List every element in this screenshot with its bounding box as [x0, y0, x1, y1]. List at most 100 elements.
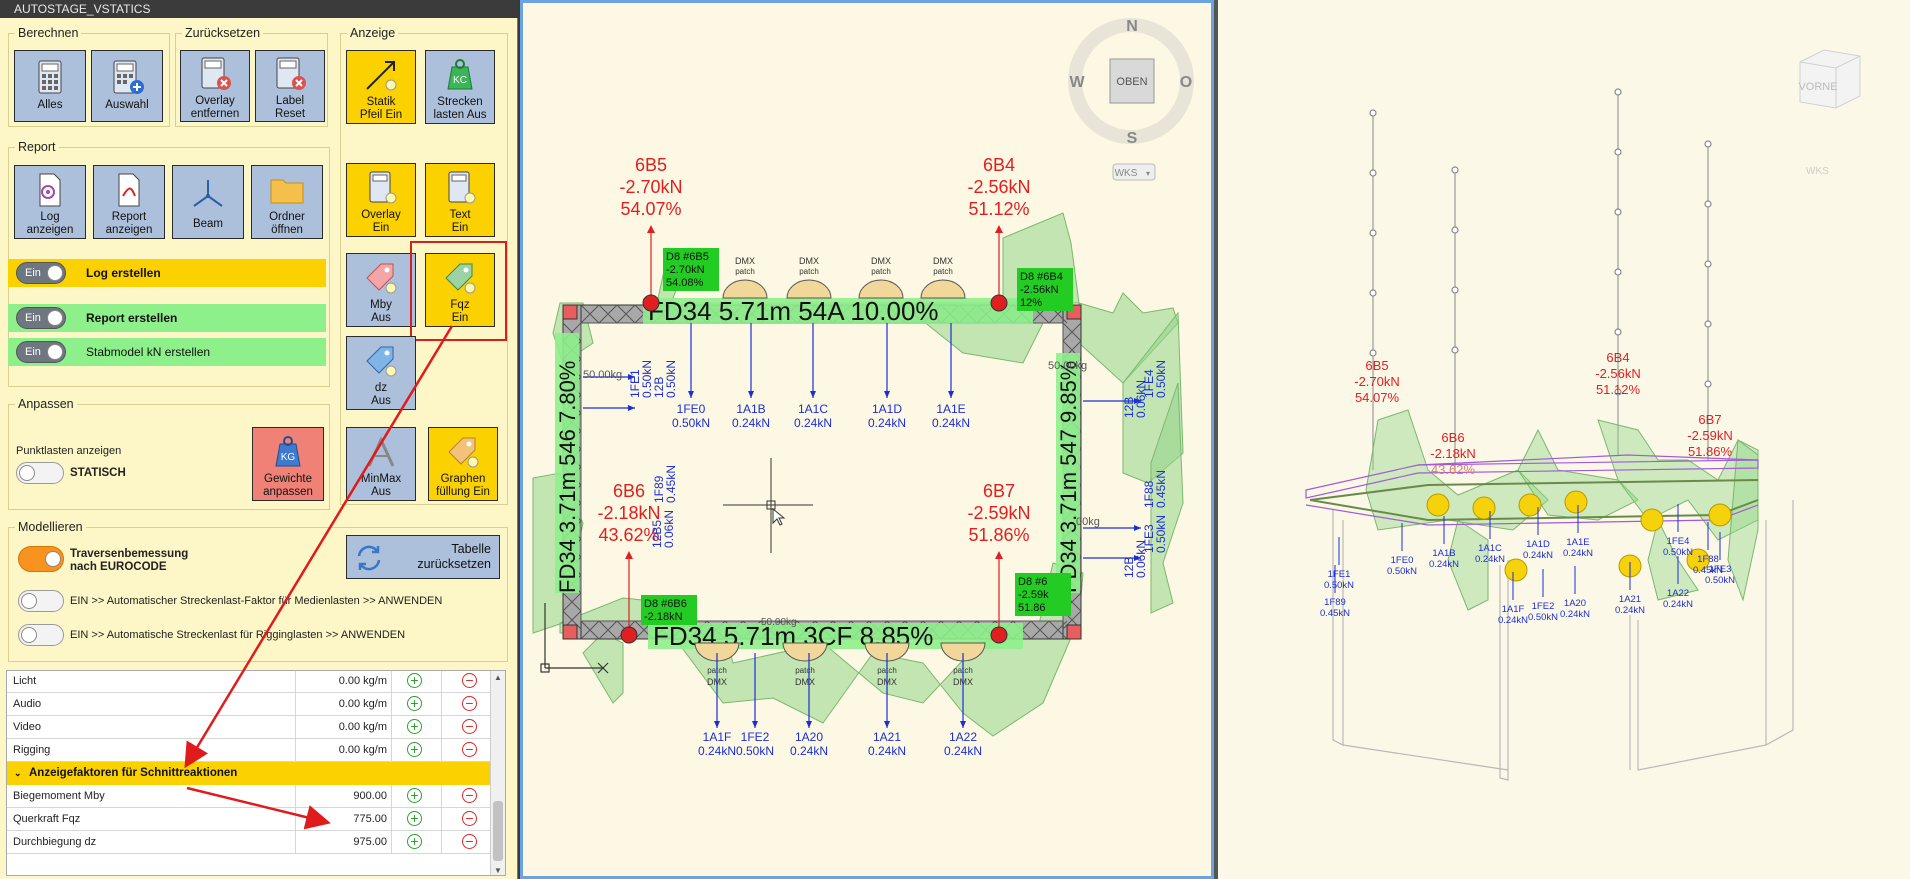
auto-medienlasten-toggle[interactable] [18, 590, 64, 612]
svg-text:51.86%: 51.86% [968, 525, 1029, 545]
traversenbemessung-toggle[interactable] [18, 546, 64, 572]
gewichte-anpassen-button[interactable]: KG Gewichte anpassen [252, 427, 324, 501]
minmax-aus-button[interactable]: MinMax Aus [346, 427, 416, 501]
beam-label: Beam [192, 218, 224, 230]
fqz-highlight-frame [410, 241, 507, 341]
plus-icon[interactable]: + [407, 673, 422, 688]
text-ein-button[interactable]: Text Ein [425, 163, 495, 237]
top-view-viewport[interactable]: OBEN N S W O WKS ▾ FD34 5.71m 54A 10.00%… [520, 0, 1214, 879]
mby-label-2: Aus [371, 312, 391, 324]
svg-text:0.50kN: 0.50kN [1154, 360, 1168, 398]
graphen-label-1: Graphen [440, 473, 486, 485]
chevron-down-icon[interactable]: ⌄ [14, 762, 22, 785]
svg-text:0.50kN: 0.50kN [1324, 580, 1354, 591]
tag-bulb-icon [361, 258, 401, 298]
plus-icon[interactable]: + [407, 834, 422, 849]
alles-button[interactable]: Alles [14, 50, 86, 122]
minus-icon[interactable]: − [462, 742, 477, 757]
plus-icon[interactable]: + [407, 719, 422, 734]
section-header[interactable]: ⌄ Anzeigefaktoren für Schnittreaktionen [7, 762, 491, 785]
overlay-ein-button[interactable]: Overlay Ein [346, 163, 416, 237]
minus-icon[interactable]: − [462, 696, 477, 711]
plus-icon[interactable]: + [407, 788, 422, 803]
lamp-3d [1504, 558, 1528, 582]
report-anzeigen-button[interactable]: Report anzeigen [93, 165, 165, 239]
minus-icon[interactable]: − [462, 811, 477, 826]
minus-icon[interactable]: − [462, 834, 477, 849]
streckenlasten-button[interactable]: KC Strecken lasten Aus [425, 50, 495, 124]
svg-text:0.24kN: 0.24kN [1560, 609, 1590, 620]
table-row[interactable]: Durchbiegung dz 975.00 + − [7, 831, 491, 854]
ordner-oeffnen-button[interactable]: Ordner öffnen [251, 165, 323, 239]
tabelle-label-1: Tabelle [451, 542, 491, 556]
scroll-thumb[interactable] [493, 801, 503, 861]
svg-text:DMX: DMX [933, 256, 953, 266]
svg-text:1A1C: 1A1C [1478, 543, 1502, 554]
compass-widget[interactable]: OBEN N S W O WKS ▾ [1068, 18, 1194, 181]
row-value[interactable]: 900.00 [295, 785, 391, 807]
load-id: 1A1F [703, 730, 732, 744]
plus-icon[interactable]: + [407, 742, 422, 757]
table-row[interactable]: Biegemoment Mby 900.00 + − [7, 785, 491, 808]
report-label-2: anzeigen [105, 224, 153, 236]
dz-aus-button[interactable]: dz Aus [346, 336, 416, 410]
mby-aus-button[interactable]: Mby Aus [346, 253, 416, 327]
table-row[interactable]: Licht 0.00 kg/m + − [7, 671, 491, 693]
minus-icon[interactable]: − [462, 719, 477, 734]
load-label-3d: 1A1F0.24kN [1498, 572, 1528, 626]
report-erstellen-toggle[interactable]: Ein [16, 307, 66, 329]
log-erstellen-toggle[interactable]: Ein [16, 262, 66, 284]
row-value[interactable]: 0.00 kg/m [295, 693, 391, 715]
graphenfuellung-button[interactable]: Graphen füllung Ein [428, 427, 498, 501]
scroll-up-arrow[interactable]: ▲ [494, 673, 502, 682]
statisch-toggle[interactable] [16, 462, 64, 484]
auto-rigginglasten-toggle[interactable] [18, 624, 64, 646]
svg-text:-2.59kN: -2.59kN [1687, 428, 1733, 443]
table-row[interactable]: Video 0.00 kg/m + − [7, 716, 491, 739]
minus-icon[interactable]: − [462, 673, 477, 688]
compass-east: O [1180, 74, 1192, 91]
row-value[interactable]: 0.00 kg/m [295, 671, 391, 692]
loads-table: Licht 0.00 kg/m + − Audio 0.00 kg/m + − Video 0.0… [6, 670, 506, 876]
strecken-label-1: Strecken [437, 96, 483, 108]
load-id: 1A1C [798, 402, 828, 416]
beam-button[interactable]: Beam [172, 165, 244, 239]
table-scrollbar[interactable]: ▲ ▼ [490, 671, 505, 875]
row-value[interactable]: 775.00 [295, 808, 391, 830]
weight-kc-icon: KC [440, 55, 480, 95]
pdf-document-icon [109, 170, 149, 210]
svg-text:1FE1: 1FE1 [1328, 569, 1351, 580]
table-row[interactable]: Audio 0.00 kg/m + − [7, 693, 491, 716]
support-label-3d: 6B5-2.70kN54.07% [1354, 358, 1400, 405]
viewcube-widget[interactable]: VORNE WKS [1798, 49, 1861, 177]
plus-icon[interactable]: + [407, 696, 422, 711]
auswahl-button[interactable]: Auswahl [91, 50, 163, 122]
dmx-lamp: DMXpatch [722, 256, 768, 299]
svg-text:0.24kN: 0.24kN [1475, 554, 1505, 565]
log-anzeigen-button[interactable]: Log anzeigen [14, 165, 86, 239]
svg-text:-2.56kN: -2.56kN [1020, 284, 1059, 296]
load-id: 1A21 [873, 730, 901, 744]
log-erstellen-row: Ein Log erstellen [8, 259, 326, 287]
plus-icon[interactable]: + [407, 811, 422, 826]
svg-text:-2.70kN: -2.70kN [1354, 374, 1400, 389]
svg-text:1F89: 1F89 [1324, 597, 1346, 608]
row-value[interactable]: 0.00 kg/m [295, 739, 391, 761]
row-value[interactable]: 0.00 kg/m [295, 716, 391, 738]
table-row[interactable]: Querkraft Fqz 775.00 + − [7, 808, 491, 831]
label-reset-button[interactable]: Label Reset [255, 50, 325, 122]
refresh-icon [353, 542, 385, 574]
statik-pfeil-button[interactable]: Statik Pfeil Ein [346, 50, 416, 124]
tabelle-zuruecksetzen-button[interactable]: Tabelle zurücksetzen [346, 535, 500, 579]
scroll-down-arrow[interactable]: ▼ [494, 866, 502, 875]
group-title: Zurücksetzen [182, 25, 264, 41]
row-value[interactable]: 975.00 [295, 831, 391, 853]
overlay-entfernen-button[interactable]: Overlay entfernen [180, 50, 250, 122]
stabmodel-toggle[interactable]: Ein [16, 341, 66, 363]
minus-icon[interactable]: − [462, 788, 477, 803]
table-row[interactable]: Rigging 0.00 kg/m + − [7, 739, 491, 762]
3d-viewport[interactable]: VORNE WKS 6B5 -2.70kN 54.07% 6B6 -2.18kN… [1218, 0, 1910, 879]
3d-drawing[interactable]: VORNE WKS 6B5-2.70kN54.07%6B6-2.18kN43.6… [1218, 0, 1910, 879]
top-view-drawing[interactable]: OBEN N S W O WKS ▾ FD34 5.71m 54A 10.00%… [523, 3, 1211, 876]
load-id: 1A20 [795, 730, 823, 744]
